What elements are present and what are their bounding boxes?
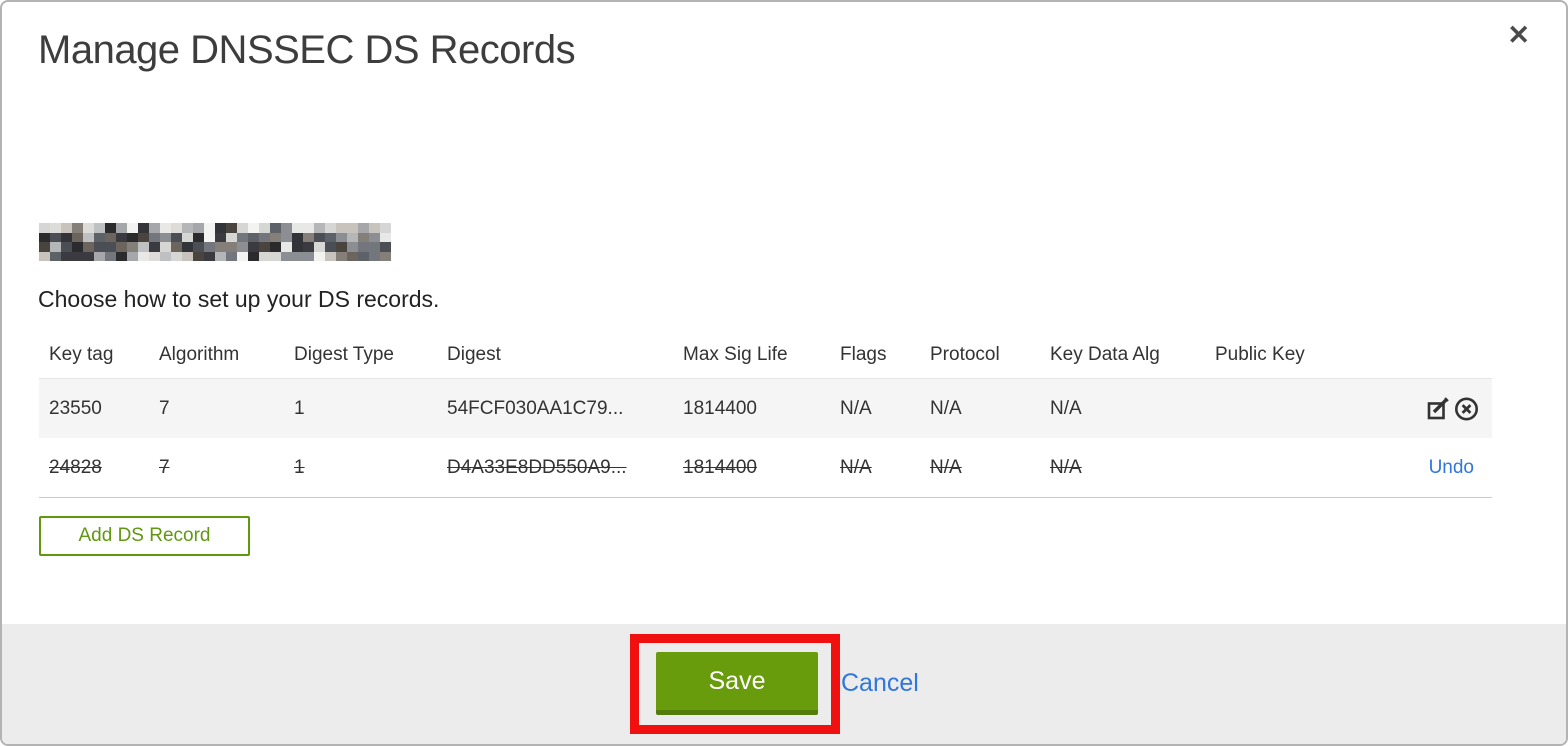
undo-link[interactable]: Undo xyxy=(1429,457,1474,478)
column-header-algorithm: Algorithm xyxy=(159,344,240,365)
cell-key-data-alg: N/A xyxy=(1050,456,1082,478)
table-header-row: Key tag Algorithm Digest Type Digest Max… xyxy=(39,332,1492,378)
delete-record-icon[interactable] xyxy=(1453,395,1480,422)
column-header-digest: Digest xyxy=(447,344,501,365)
cell-key-data-alg: N/A xyxy=(1050,397,1082,419)
cell-digest: 54FCF030AA1C79... xyxy=(447,397,624,419)
cell-digest-type: 1 xyxy=(294,397,305,419)
cell-key-tag: 23550 xyxy=(49,397,102,419)
column-header-key-data-alg: Key Data Alg xyxy=(1050,344,1160,365)
cell-digest: D4A33E8DD550A9... xyxy=(447,456,627,478)
column-header-digest-type: Digest Type xyxy=(294,344,394,365)
ds-records-table: Key tag Algorithm Digest Type Digest Max… xyxy=(39,332,1492,498)
row-actions xyxy=(1382,395,1492,422)
intro-text: Choose how to set up your DS records. xyxy=(38,286,440,312)
cell-digest-type: 1 xyxy=(294,456,305,478)
redacted-domain-name xyxy=(39,223,391,261)
cell-max-sig-life: 1814400 xyxy=(683,397,757,419)
cancel-link[interactable]: Cancel xyxy=(841,669,919,698)
column-header-flags: Flags xyxy=(840,344,887,365)
column-header-protocol: Protocol xyxy=(930,344,1000,365)
column-header-max-sig-life: Max Sig Life xyxy=(683,344,788,365)
cell-protocol: N/A xyxy=(930,456,962,478)
edit-record-icon[interactable] xyxy=(1425,395,1452,422)
save-button[interactable]: Save xyxy=(656,652,818,715)
cell-flags: N/A xyxy=(840,397,872,419)
column-header-key-tag: Key tag xyxy=(49,344,114,365)
cell-flags: N/A xyxy=(840,456,872,478)
cell-protocol: N/A xyxy=(930,397,962,419)
cell-max-sig-life: 1814400 xyxy=(683,456,757,478)
cell-algorithm: 7 xyxy=(159,456,170,478)
row-actions: Undo xyxy=(1382,457,1492,479)
table-row: 23550 7 1 54FCF030AA1C79... 1814400 N/A … xyxy=(39,378,1492,438)
add-ds-record-button[interactable]: Add DS Record xyxy=(39,516,250,556)
page-title: Manage DNSSEC DS Records xyxy=(38,28,576,72)
close-icon[interactable]: ✕ xyxy=(1507,22,1530,49)
table-row-deleted: 24828 7 1 D4A33E8DD550A9... 1814400 N/A … xyxy=(39,438,1492,498)
cell-key-tag: 24828 xyxy=(49,456,102,478)
column-header-public-key: Public Key xyxy=(1215,344,1305,365)
manage-dnssec-modal: Manage DNSSEC DS Records ✕ Choose how to… xyxy=(0,0,1568,746)
cell-algorithm: 7 xyxy=(159,397,170,419)
